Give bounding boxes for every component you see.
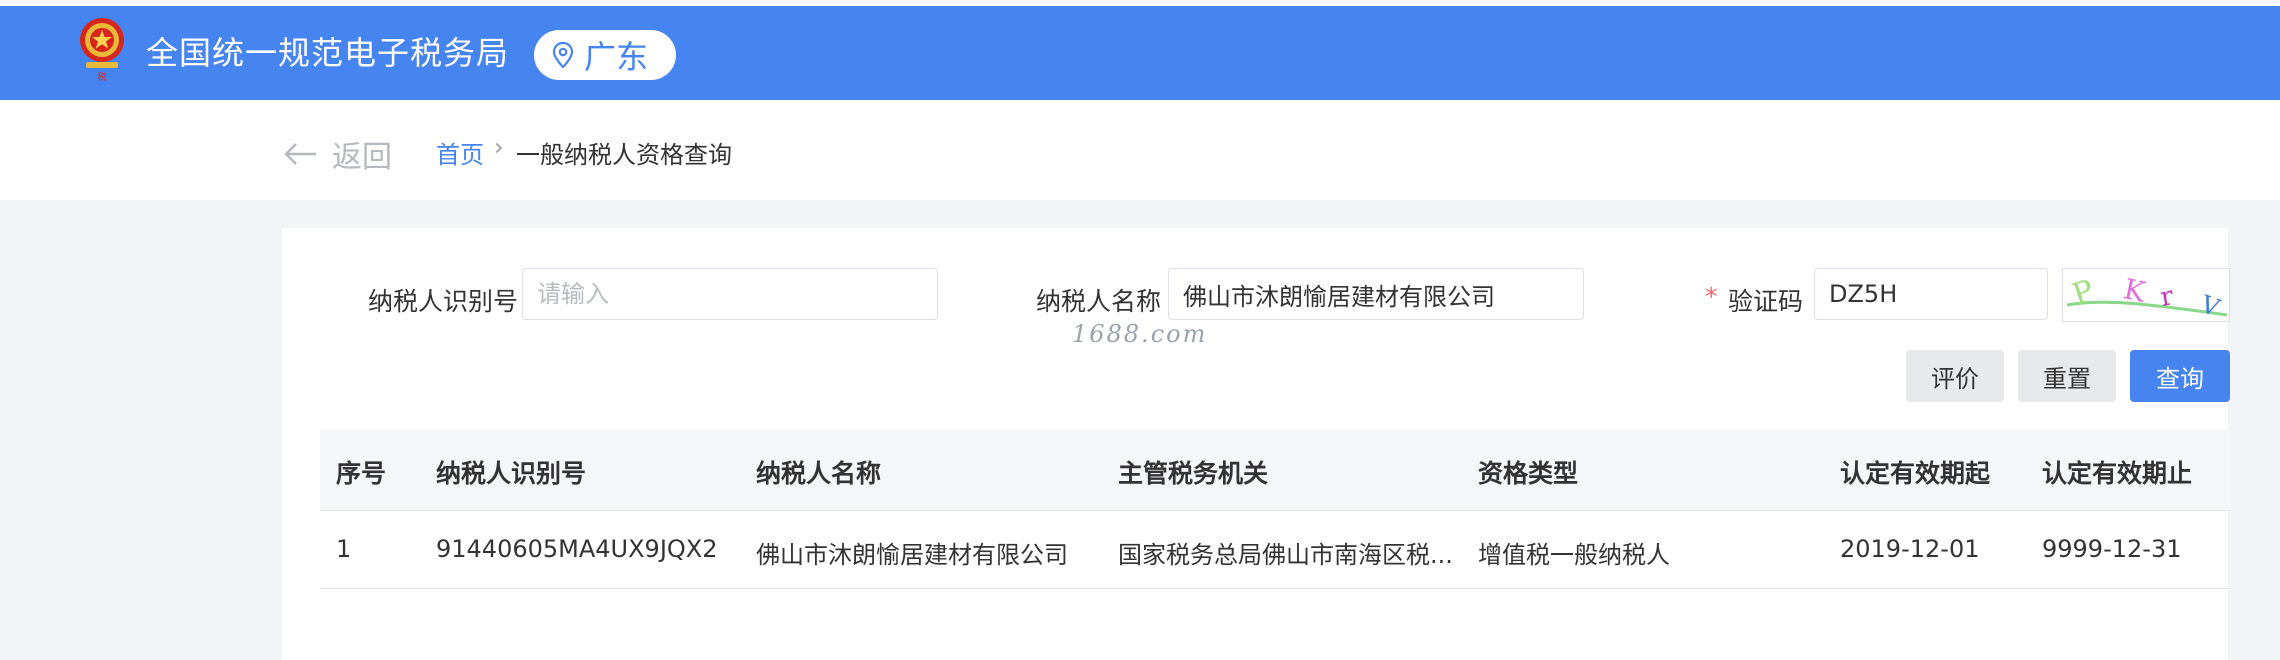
cell-valid-from: 2019-12-01 (1840, 535, 1980, 563)
arrow-left-icon (284, 143, 316, 165)
watermark-text: 1688.com (1072, 320, 1208, 348)
emblem-caption: 税 (97, 71, 106, 83)
cell-taxpayer-name: 佛山市沐朗愉居建材有限公司 (756, 541, 1068, 569)
taxpayer-name-input[interactable] (1168, 268, 1584, 320)
region-label: 广东 (584, 38, 649, 76)
site-title: 全国统一规范电子税务局 (146, 34, 510, 72)
back-button[interactable]: 返回 (282, 132, 392, 176)
national-emblem-icon: 税 (80, 18, 124, 83)
captcha-input[interactable] (1814, 268, 2048, 320)
column-header-tax-authority: 主管税务机关 (1118, 459, 1269, 488)
column-header-taxpayer-name: 纳税人名称 (756, 459, 882, 488)
query-button[interactable]: 查询 (2130, 350, 2230, 402)
captcha-char-4: V (2196, 290, 2223, 321)
back-label: 返回 (332, 140, 392, 175)
column-header-taxpayer-id: 纳税人识别号 (436, 459, 587, 488)
column-header-qualification-type: 资格类型 (1478, 459, 1579, 488)
table-header: 序号 纳税人识别号 纳税人名称 主管税务机关 资格类型 认定有效期起 认定有效期… (320, 430, 2230, 511)
captcha-graphic: P K r V (2066, 272, 2228, 322)
cell-tax-authority: 国家税务总局佛山市南海区税... (1118, 541, 1453, 569)
cell-qualification-type: 增值税一般纳税人 (1478, 541, 1670, 569)
cell-index: 1 (336, 535, 352, 563)
location-pin-icon (552, 42, 574, 68)
evaluate-button[interactable]: 评价 (1906, 350, 2004, 402)
required-mark: * (1705, 282, 1718, 311)
region-selector[interactable]: 广东 (534, 30, 676, 80)
column-header-valid-to: 认定有效期止 (2042, 459, 2193, 488)
breadcrumb-current: 一般纳税人资格查询 (516, 141, 732, 169)
captcha-label: 验证码 (1728, 287, 1804, 316)
taxpayer-id-label: 纳税人识别号 (368, 287, 519, 316)
taxpayer-id-input[interactable] (522, 268, 938, 320)
captcha-char-1: P (2068, 273, 2098, 313)
cell-valid-to: 9999-12-31 (2042, 535, 2182, 563)
breadcrumb-home-link[interactable]: 首页 (436, 135, 484, 170)
column-header-index: 序号 (336, 459, 387, 488)
captcha-image[interactable]: P K r V (2062, 268, 2230, 322)
breadcrumb-separator: › (494, 133, 504, 161)
taxpayer-name-label: 纳税人名称 (1036, 287, 1162, 316)
table-row: 1 91440605MA4UX9JQX2 佛山市沐朗愉居建材有限公司 国家税务总… (320, 510, 2230, 589)
cell-taxpayer-id: 91440605MA4UX9JQX2 (436, 535, 718, 563)
column-header-valid-from: 认定有效期起 (1840, 459, 1991, 488)
reset-button[interactable]: 重置 (2018, 350, 2116, 402)
captcha-char-3: r (2158, 281, 2176, 313)
